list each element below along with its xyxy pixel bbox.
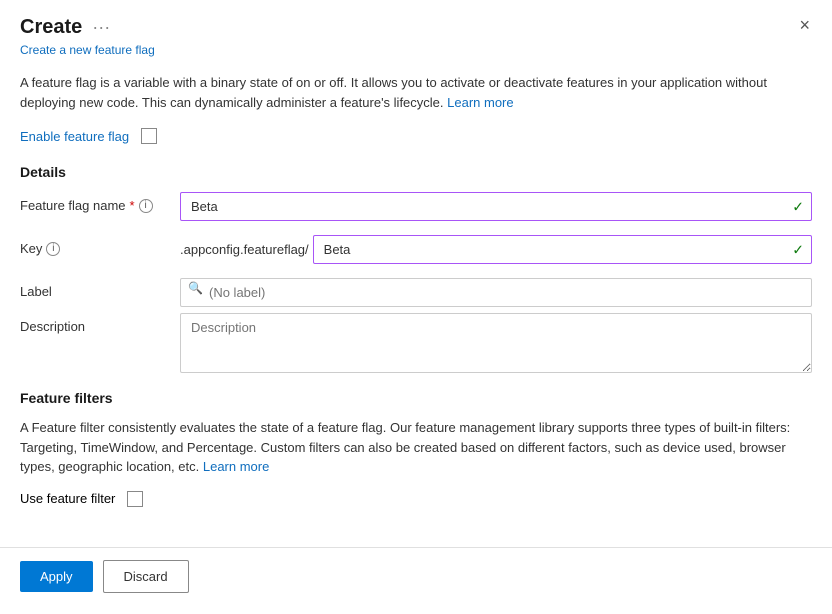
description-textarea[interactable] xyxy=(180,313,812,373)
dialog-header: Create ··· xyxy=(0,0,832,43)
flag-name-info-icon[interactable]: i xyxy=(139,199,153,213)
key-label: Key i xyxy=(20,235,180,256)
dialog-subtitle[interactable]: Create a new feature flag xyxy=(0,43,832,69)
feature-flag-description: A feature flag is a variable with a bina… xyxy=(20,73,812,112)
description-input-wrap xyxy=(180,313,812,376)
key-input-wrap: .appconfig.featureflag/ ✓ xyxy=(180,235,812,264)
filters-description-text: A Feature filter consistently evaluates … xyxy=(20,420,790,474)
key-check-icon: ✓ xyxy=(792,241,804,258)
feature-flag-name-row: Feature flag name * i ✓ xyxy=(20,192,812,221)
label-row: Label 🔍 xyxy=(20,278,812,299)
enable-feature-flag-checkbox[interactable] xyxy=(141,128,157,144)
dialog-ellipsis[interactable]: ··· xyxy=(92,17,110,38)
label-input-wrap: 🔍 xyxy=(180,278,812,293)
key-value-wrap: ✓ xyxy=(313,235,812,264)
use-feature-filter-row: Use feature filter xyxy=(20,491,812,507)
description-text: A feature flag is a variable with a bina… xyxy=(20,75,767,110)
dialog-body: A feature flag is a variable with a bina… xyxy=(0,69,832,547)
description-field-label: Description xyxy=(20,313,180,334)
feature-flag-name-input[interactable] xyxy=(180,192,812,221)
details-section-title: Details xyxy=(20,164,812,180)
feature-flag-name-input-wrap: ✓ xyxy=(180,192,812,221)
close-button[interactable]: × xyxy=(793,14,816,36)
create-feature-flag-dialog: Create ··· × Create a new feature flag A… xyxy=(0,0,832,614)
feature-filters-title: Feature filters xyxy=(20,390,812,406)
feature-flag-name-label: Feature flag name * i xyxy=(20,192,180,213)
key-row-inner: .appconfig.featureflag/ ✓ xyxy=(180,235,812,264)
label-field-label: Label xyxy=(20,278,180,299)
learn-more-link-filters[interactable]: Learn more xyxy=(203,459,269,474)
enable-feature-flag-label: Enable feature flag xyxy=(20,129,129,144)
description-row: Description xyxy=(20,313,812,376)
key-info-icon[interactable]: i xyxy=(46,242,60,256)
required-indicator: * xyxy=(130,198,135,213)
key-prefix: .appconfig.featureflag/ xyxy=(180,242,309,257)
label-input[interactable] xyxy=(180,278,812,307)
enable-feature-flag-row: Enable feature flag xyxy=(20,128,812,144)
filters-description: A Feature filter consistently evaluates … xyxy=(20,418,812,477)
feature-flag-name-field-wrap: ✓ xyxy=(180,192,812,221)
flag-name-check-icon: ✓ xyxy=(792,198,804,215)
feature-filters-section: Feature filters A Feature filter consist… xyxy=(20,390,812,507)
use-feature-filter-label: Use feature filter xyxy=(20,491,115,506)
key-value-input[interactable] xyxy=(313,235,812,264)
discard-button[interactable]: Discard xyxy=(103,560,189,593)
apply-button[interactable]: Apply xyxy=(20,561,93,592)
learn-more-link-description[interactable]: Learn more xyxy=(447,95,513,110)
use-feature-filter-checkbox[interactable] xyxy=(127,491,143,507)
key-row: Key i .appconfig.featureflag/ ✓ xyxy=(20,235,812,264)
dialog-footer: Apply Discard xyxy=(0,547,832,605)
dialog-title: Create xyxy=(20,16,82,39)
